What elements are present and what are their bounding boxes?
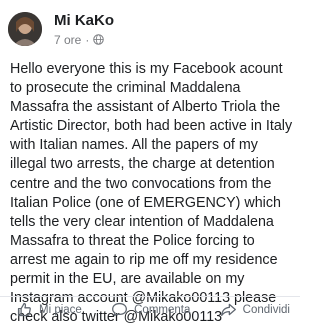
comment-icon — [112, 302, 128, 317]
post-body: Hello everyone this is my Facebook acoun… — [10, 61, 293, 326]
facebook-post: Mi KaKo 7 ore · Hello everyone this is m… — [0, 0, 300, 326]
like-button[interactable]: Mi piace — [16, 301, 82, 318]
post-actions: Mi piace Commenta Condividi — [0, 296, 300, 322]
comment-button[interactable]: Commenta — [111, 301, 190, 318]
post-meta: 7 ore · — [54, 33, 114, 47]
author-name[interactable]: Mi KaKo — [54, 12, 114, 30]
like-label: Mi piace — [39, 303, 82, 316]
author-block: Mi KaKo 7 ore · — [54, 12, 114, 47]
comment-label: Commenta — [134, 303, 191, 316]
thumbs-up-icon — [17, 302, 31, 317]
post-header: Mi KaKo 7 ore · — [8, 4, 292, 54]
avatar[interactable] — [8, 12, 42, 46]
share-button[interactable]: Condividi — [220, 301, 290, 318]
meta-separator: · — [85, 32, 90, 47]
share-label: Condividi — [242, 303, 290, 316]
globe-icon — [93, 34, 105, 45]
avatar-image — [8, 12, 42, 46]
post-time[interactable]: 7 ore — [54, 33, 81, 47]
share-arrow-icon — [220, 303, 236, 317]
